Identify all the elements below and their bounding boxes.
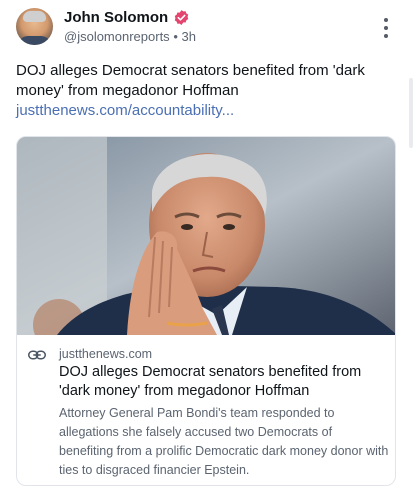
post-text: DOJ alleges Democrat senators benefited … <box>16 61 396 121</box>
senator-photo[interactable] <box>17 137 396 335</box>
link-card[interactable]: justthenews.com DOJ alleges Democrat sen… <box>16 136 396 486</box>
meta-separator: • <box>173 29 178 44</box>
link-chain-icon <box>28 350 46 360</box>
author-meta: @jsolomonreports • 3h <box>64 29 196 44</box>
more-vertical-icon[interactable] <box>383 18 389 38</box>
post-link[interactable]: justthenews.com/accountability... <box>16 102 234 119</box>
author-handle[interactable]: @jsolomonreports <box>64 29 170 44</box>
author-row: John Solomon <box>64 9 190 26</box>
link-card-meta: justthenews.com DOJ alleges Democrat sen… <box>17 335 395 485</box>
link-card-description: Attorney General Pam Bondi's team respon… <box>59 406 389 477</box>
post-timestamp[interactable]: 3h <box>182 29 196 44</box>
post-body: DOJ alleges Democrat senators benefited … <box>16 62 365 99</box>
link-card-title[interactable]: DOJ alleges Democrat senators benefited … <box>59 363 387 401</box>
verified-badge-icon <box>174 10 189 25</box>
avatar[interactable] <box>16 8 53 45</box>
author-name[interactable]: John Solomon <box>64 9 168 26</box>
post: John Solomon @jsolomonreports • 3h DOJ a… <box>0 0 413 500</box>
link-card-domain[interactable]: justthenews.com <box>59 347 152 361</box>
scrollbar[interactable] <box>409 78 413 148</box>
